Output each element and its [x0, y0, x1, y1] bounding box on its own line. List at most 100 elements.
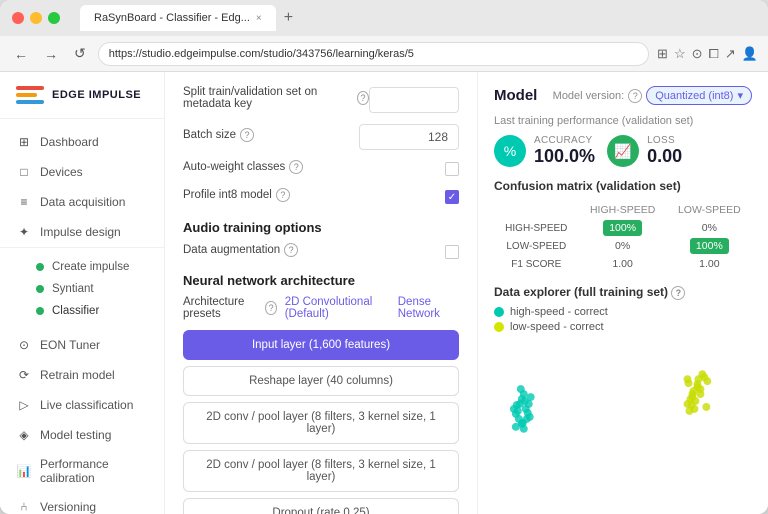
sub-label: Create impulse — [52, 261, 129, 273]
sidebar-item-versioning[interactable]: ⑃ Versioning — [0, 492, 164, 514]
model-title: Model — [494, 87, 537, 104]
logo-line-2 — [16, 93, 37, 97]
de-legend: high-speed - correct low-speed - correct — [494, 306, 752, 333]
scatter-svg — [494, 339, 752, 469]
profile-icon[interactable]: 👤 — [742, 46, 758, 62]
browser-toolbar: ← → ↺ https://studio.edgeimpulse.com/stu… — [0, 36, 768, 72]
close-button[interactable] — [12, 12, 24, 24]
right-panel: Model Model version: ? Quantized (int8) … — [478, 72, 768, 514]
sub-label: Syntiant — [52, 283, 94, 295]
tab-close[interactable]: × — [256, 13, 262, 24]
impulse-icon: ✦ — [16, 224, 32, 240]
data-augmentation-label: Data augmentation ? — [183, 243, 298, 257]
sidebar-item-devices[interactable]: □ Devices — [0, 157, 164, 187]
preset-2d-link[interactable]: 2D Convolutional (Default) — [285, 296, 390, 320]
accuracy-metric: % ACCURACY 100.0% — [494, 135, 595, 167]
sidebar-item-label: Data acquisition — [40, 195, 125, 209]
conf-row-low-speed: LOW-SPEED 0% 100% — [494, 237, 752, 255]
forward-button[interactable]: → — [40, 44, 62, 64]
sidebar-item-live-classification[interactable]: ▷ Live classification — [0, 390, 164, 420]
split-info-icon[interactable]: ? — [357, 91, 369, 105]
conv-layer-2-button[interactable]: 2D conv / pool layer (8 filters, 3 kerne… — [183, 450, 459, 492]
sidebar: EDGE IMPULSE ⊞ Dashboard □ Devices ≡ Dat… — [0, 72, 165, 514]
batch-info-icon[interactable]: ? — [240, 128, 254, 142]
sidebar-item-dashboard[interactable]: ⊞ Dashboard — [0, 127, 164, 157]
sidebar-sub-classifier[interactable]: Classifier — [0, 300, 164, 322]
split-input[interactable] — [369, 87, 459, 113]
profile-int8-label: Profile int8 model ? — [183, 188, 290, 202]
profile-int8-checkbox[interactable]: ✓ — [445, 190, 459, 204]
profile-int8-info-icon[interactable]: ? — [276, 188, 290, 202]
back-button[interactable]: ← — [10, 44, 32, 64]
conf-cell-hl: 0% — [667, 219, 752, 237]
version-badge[interactable]: Quantized (int8) ▾ — [646, 86, 752, 105]
dashboard-icon: ⊞ — [16, 134, 32, 150]
traffic-lights — [12, 12, 60, 24]
sidebar-item-retrain-model[interactable]: ⟳ Retrain model — [0, 360, 164, 390]
logo-line-3 — [16, 100, 44, 104]
auto-weight-label: Auto-weight classes ? — [183, 160, 303, 174]
model-version-info-icon[interactable]: ? — [628, 89, 642, 103]
conf-f1-label: F1 SCORE — [494, 255, 579, 273]
sidebar-item-label: Impulse design — [40, 225, 121, 239]
auto-weight-row: Auto-weight classes ? — [183, 160, 459, 178]
tab-label: RaSynBoard - Classifier - Edg... — [94, 12, 250, 24]
dot-create-impulse — [36, 263, 44, 271]
sidebar-item-label: Dashboard — [40, 135, 99, 149]
data-explorer: Data explorer (full training set) ? high… — [494, 285, 752, 469]
profile-int8-row: Profile int8 model ? ✓ — [183, 188, 459, 206]
address-bar[interactable]: https://studio.edgeimpulse.com/studio/34… — [98, 42, 649, 66]
app-content: EDGE IMPULSE ⊞ Dashboard □ Devices ≡ Dat… — [0, 72, 768, 514]
arch-info-icon[interactable]: ? — [265, 301, 276, 315]
new-tab-button[interactable]: + — [280, 9, 297, 27]
data-augmentation-row: Data augmentation ? — [183, 243, 459, 261]
loss-label: LOSS — [647, 135, 682, 146]
right-header: Model Model version: ? Quantized (int8) … — [494, 86, 752, 105]
conf-row-high-speed: HIGH-SPEED 100% 0% — [494, 219, 752, 237]
bookmark-icon[interactable]: ☆ — [674, 46, 686, 62]
sidebar-nav: ⊞ Dashboard □ Devices ≡ Data acquisition… — [0, 119, 164, 514]
tab-bar: RaSynBoard - Classifier - Edg... × + — [80, 5, 756, 31]
content-area: Split train/validation set on metadata k… — [165, 72, 768, 514]
browser-frame: RaSynBoard - Classifier - Edg... × + ← →… — [0, 0, 768, 514]
data-augmentation-checkbox[interactable] — [445, 245, 459, 259]
auto-weight-checkbox[interactable] — [445, 162, 459, 176]
input-layer-button[interactable]: Input layer (1,600 features) — [183, 330, 459, 360]
batch-row: Batch size ? — [183, 124, 459, 150]
share-icon[interactable]: ↗ — [725, 46, 736, 62]
legend-low-speed: low-speed - correct — [494, 321, 752, 333]
confusion-section: Confusion matrix (validation set) HIGH-S… — [494, 179, 752, 273]
extensions-icon[interactable]: ⧠ — [709, 46, 719, 62]
preset-dense-link[interactable]: Dense Network — [398, 296, 459, 320]
refresh-button[interactable]: ↺ — [70, 43, 90, 64]
minimize-button[interactable] — [30, 12, 42, 24]
auto-weight-info-icon[interactable]: ? — [289, 160, 303, 174]
conf-cell-hh: 100% — [579, 219, 667, 237]
maximize-button[interactable] — [48, 12, 60, 24]
performance-icon: 📊 — [16, 463, 32, 479]
sidebar-item-eon-tuner[interactable]: ⊙ EON Tuner — [0, 330, 164, 360]
perf-label: Last training performance (validation se… — [494, 115, 752, 127]
sidebar-sub-syntiant[interactable]: Syntiant — [0, 278, 164, 300]
data-aug-info-icon[interactable]: ? — [284, 243, 298, 257]
sidebar-item-model-testing[interactable]: ◈ Model testing — [0, 420, 164, 450]
sidebar-item-impulse-design[interactable]: ✦ Impulse design — [0, 217, 164, 247]
versioning-icon: ⑃ — [16, 499, 32, 514]
conv-layer-1-button[interactable]: 2D conv / pool layer (8 filters, 3 kerne… — [183, 402, 459, 444]
download-icon[interactable]: ⊙ — [692, 46, 703, 62]
split-form-group: Split train/validation set on metadata k… — [183, 86, 459, 114]
sidebar-item-performance-calibration[interactable]: 📊 Performance calibration — [0, 450, 164, 492]
reader-icon[interactable]: ⊞ — [657, 46, 668, 62]
de-info-icon[interactable]: ? — [671, 286, 685, 300]
sidebar-sub-create-impulse[interactable]: Create impulse — [0, 256, 164, 278]
batch-size-input[interactable] — [359, 124, 459, 150]
loss-icon: 📈 — [607, 135, 639, 167]
logo-icon — [16, 86, 44, 106]
reshape-layer-button[interactable]: Reshape layer (40 columns) — [183, 366, 459, 396]
conf-empty-header — [494, 201, 579, 219]
active-tab[interactable]: RaSynBoard - Classifier - Edg... × — [80, 5, 276, 31]
dropout-layer-button[interactable]: Dropout (rate 0.25) — [183, 498, 459, 514]
conf-f1-low: 1.00 — [667, 255, 752, 273]
sidebar-item-data-acquisition[interactable]: ≡ Data acquisition — [0, 187, 164, 217]
confusion-title: Confusion matrix (validation set) — [494, 179, 752, 193]
